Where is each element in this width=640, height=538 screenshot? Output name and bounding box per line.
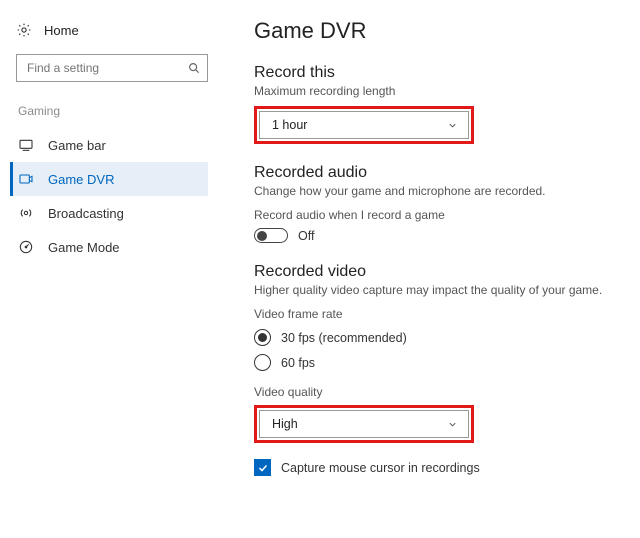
recording-length-dropdown[interactable]: 1 hour [259,111,469,139]
monitor-icon [18,137,34,153]
sidebar-item-label: Broadcasting [48,206,124,221]
section-title: Record this [254,64,620,82]
section-recorded-audio: Recorded audio Change how your game and … [254,164,620,243]
radio-icon [254,354,271,371]
sidebar-item-game-bar[interactable]: Game bar [16,128,208,162]
checkbox-label: Capture mouse cursor in recordings [281,461,480,475]
nav-group-label: Gaming [16,104,208,118]
toggle-knob [257,231,267,241]
sidebar-item-game-mode[interactable]: Game Mode [16,230,208,264]
video-quality-dropdown[interactable]: High [259,410,469,438]
sidebar-item-label: Game DVR [48,172,114,187]
frame-rate-label: Video frame rate [254,307,620,321]
frame-rate-60-option[interactable]: 60 fps [254,354,620,371]
section-record-this: Record this Maximum recording length 1 h… [254,64,620,144]
toggle-caption: Record audio when I record a game [254,208,620,222]
sidebar-item-game-dvr[interactable]: Game DVR [10,162,208,196]
sidebar-item-label: Game Mode [48,240,120,255]
section-title: Recorded audio [254,164,620,182]
page-title: Game DVR [254,18,620,44]
broadcast-icon [18,205,34,221]
section-recorded-video: Recorded video Higher quality video capt… [254,263,620,443]
search-input[interactable] [25,60,187,76]
highlight-video-quality: High [254,405,474,443]
section-subtitle: Change how your game and microphone are … [254,184,620,198]
radio-label: 30 fps (recommended) [281,331,407,345]
highlight-recording-length: 1 hour [254,106,474,144]
video-quality-label: Video quality [254,385,620,399]
record-audio-toggle[interactable] [254,228,288,243]
section-subtitle: Maximum recording length [254,84,620,98]
sidebar-item-broadcasting[interactable]: Broadcasting [16,196,208,230]
settings-main: Game DVR Record this Maximum recording l… [218,0,640,538]
dropdown-value: 1 hour [272,118,307,132]
gear-icon [16,22,32,38]
toggle-state-label: Off [298,229,314,243]
chevron-down-icon [447,120,458,131]
frame-rate-30-option[interactable]: 30 fps (recommended) [254,329,620,346]
search-icon [187,61,201,75]
dvr-icon [18,171,34,187]
radio-label: 60 fps [281,356,315,370]
home-link[interactable]: Home [16,20,208,40]
gauge-icon [18,239,34,255]
home-label: Home [44,23,79,38]
checkbox-icon [254,459,271,476]
search-box[interactable] [16,54,208,82]
radio-icon [254,329,271,346]
dropdown-value: High [272,417,298,431]
chevron-down-icon [447,419,458,430]
section-subtitle: Higher quality video capture may impact … [254,283,620,297]
sidebar-item-label: Game bar [48,138,106,153]
capture-cursor-option[interactable]: Capture mouse cursor in recordings [254,459,620,476]
section-title: Recorded video [254,263,620,281]
settings-sidebar: Home Gaming Game bar [0,0,218,538]
